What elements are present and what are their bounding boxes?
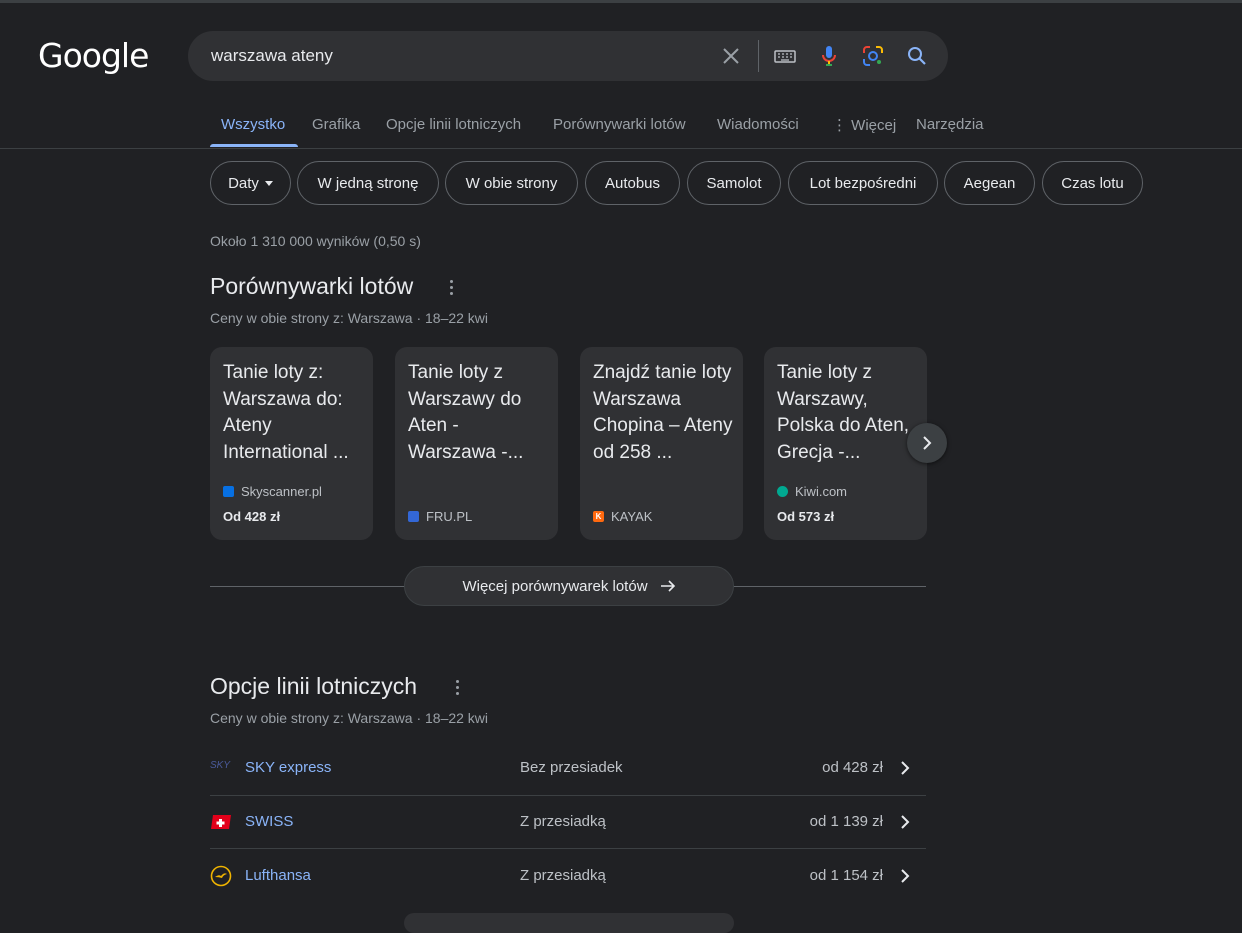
card-source: FRU.PL <box>408 509 472 524</box>
arrow-right-icon <box>660 580 675 592</box>
chevron-right-icon <box>901 761 910 775</box>
chip-one-way[interactable]: W jedną stronę <box>297 161 439 205</box>
section-subtitle-comparators: Ceny w obie strony z: Warszawa · 18–22 k… <box>210 310 489 326</box>
airline-price: od 1 154 zł <box>809 867 883 884</box>
more-comparators-label: Więcej porównywarek lotów <box>462 577 648 595</box>
card-price: Od 428 zł <box>223 509 281 524</box>
tab-images[interactable]: Grafika <box>312 116 360 133</box>
airline-name[interactable]: SWISS <box>245 813 293 830</box>
airline-row[interactable]: SKY SKY express Bez przesiadek od 428 zł <box>210 741 926 795</box>
source-name: KAYAK <box>611 509 653 524</box>
kayak-icon: K <box>593 511 604 522</box>
more-options-icon[interactable] <box>450 280 454 296</box>
chip-dates[interactable]: Daty <box>210 161 291 205</box>
chevron-right-icon <box>923 436 932 450</box>
chip-round-trip[interactable]: W obie strony <box>445 161 578 205</box>
lufthansa-logo-icon <box>210 865 232 887</box>
comparator-card[interactable]: Tanie loty z: Warszawa do: Ateny Interna… <box>210 347 373 540</box>
card-source: Skyscanner.pl <box>223 484 322 499</box>
airline-name[interactable]: SKY express <box>245 759 331 776</box>
comparator-card[interactable]: Tanie loty z Warszawy do Aten - Warszawa… <box>395 347 558 540</box>
swiss-logo-icon <box>211 815 231 829</box>
keyboard-icon[interactable] <box>773 44 797 68</box>
skyscanner-icon <box>223 486 234 497</box>
more-dots-icon: ⋮ <box>832 117 847 134</box>
search-tabs: Wszystko Grafika Opcje linii lotniczych … <box>0 110 1242 148</box>
chip-direct-flight[interactable]: Lot bezpośredni <box>788 161 938 205</box>
chip-bus[interactable]: Autobus <box>585 161 680 205</box>
fru-icon <box>408 511 419 522</box>
section-title-comparators: Porównywarki lotów <box>210 273 414 299</box>
comparator-card[interactable]: Znajdź tanie loty Warszawa Chopina – Ate… <box>580 347 743 540</box>
source-name: FRU.PL <box>426 509 473 524</box>
search-divider <box>758 40 759 72</box>
airline-stops: Z przesiadką <box>520 813 606 830</box>
comparator-card[interactable]: Tanie loty z Warszawy, Polska do Aten, G… <box>764 347 927 540</box>
airline-row[interactable]: Lufthansa Z przesiadką od 1 154 zł <box>210 849 926 903</box>
sky-express-logo-text: SKY <box>210 760 231 771</box>
chip-label: Daty <box>228 174 259 192</box>
airline-name[interactable]: Lufthansa <box>245 867 311 884</box>
sky-express-logo: SKY <box>210 760 232 782</box>
more-airlines-button[interactable] <box>404 913 734 933</box>
active-tab-indicator <box>210 144 298 147</box>
carousel-next-button[interactable] <box>907 423 947 463</box>
airline-stops: Bez przesiadek <box>520 759 623 776</box>
card-title: Tanie loty z Warszawy, Polska do Aten, G… <box>777 362 910 463</box>
card-source: Kiwi.com <box>777 484 847 499</box>
clear-icon[interactable] <box>719 44 743 68</box>
tab-airline-options[interactable]: Opcje linii lotniczych <box>386 116 521 133</box>
card-title: Znajdź tanie loty Warszawa Chopina – Ate… <box>593 362 733 463</box>
card-price: Od 573 zł <box>777 509 835 524</box>
kiwi-icon <box>777 486 788 497</box>
tab-flight-comparators[interactable]: Porównywarki lotów <box>553 116 686 133</box>
tab-tools[interactable]: Narzędzia <box>916 116 984 133</box>
chip-flight-time[interactable]: Czas lotu <box>1042 161 1143 205</box>
tab-all[interactable]: Wszystko <box>221 116 285 133</box>
card-title: Tanie loty z: Warszawa do: Ateny Interna… <box>223 362 349 463</box>
airline-stops: Z przesiadką <box>520 867 606 884</box>
tab-more-label: Więcej <box>851 117 897 134</box>
tab-more[interactable]: ⋮ Więcej <box>832 116 896 134</box>
tabs-divider <box>0 148 1242 149</box>
search-input[interactable]: warszawa ateny <box>211 46 333 66</box>
airline-row[interactable]: SWISS Z przesiadką od 1 139 zł <box>210 795 926 849</box>
source-name: Skyscanner.pl <box>241 484 322 499</box>
lens-icon[interactable] <box>861 44 885 68</box>
top-border <box>0 0 1242 3</box>
search-box[interactable]: warszawa ateny <box>188 31 948 81</box>
chip-plane[interactable]: Samolot <box>687 161 781 205</box>
section-title-airlines: Opcje linii lotniczych <box>210 673 418 699</box>
card-title: Tanie loty z Warszawy do Aten - Warszawa… <box>408 362 524 463</box>
more-options-icon[interactable] <box>456 680 460 696</box>
caret-down-icon <box>264 180 273 186</box>
source-name: Kiwi.com <box>795 484 848 499</box>
airline-price: od 1 139 zł <box>809 813 883 830</box>
card-source: K KAYAK <box>593 509 652 524</box>
tab-news[interactable]: Wiadomości <box>717 116 799 133</box>
airline-price: od 428 zł <box>822 759 883 776</box>
chevron-right-icon <box>901 815 910 829</box>
result-stats: Około 1 310 000 wyników (0,50 s) <box>210 233 421 249</box>
search-icon[interactable] <box>905 44 929 68</box>
section-subtitle-airlines: Ceny w obie strony z: Warszawa · 18–22 k… <box>210 710 489 726</box>
microphone-icon[interactable] <box>817 44 841 68</box>
more-comparators-button[interactable]: Więcej porównywarek lotów <box>404 566 734 606</box>
chevron-right-icon <box>901 869 910 883</box>
chip-aegean[interactable]: Aegean <box>944 161 1035 205</box>
google-logo[interactable]: Google <box>38 36 149 75</box>
